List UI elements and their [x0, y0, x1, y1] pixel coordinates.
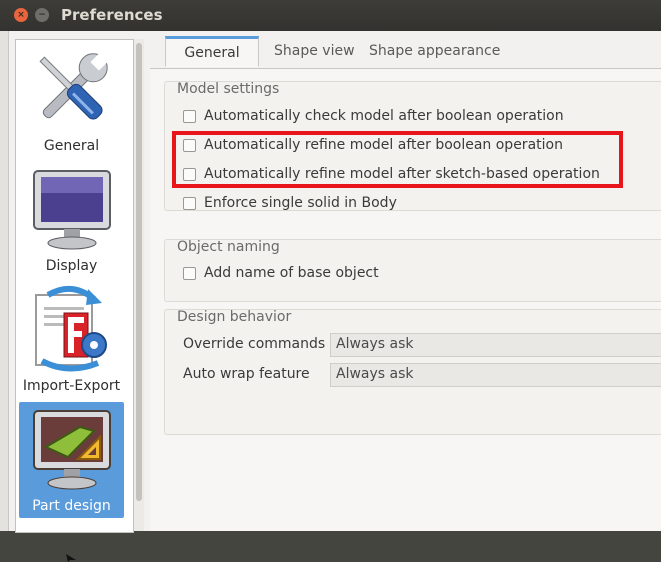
- part-design-icon: [32, 410, 111, 490]
- group-title: Model settings: [177, 81, 280, 97]
- general-tab-content: Model settings Automatically check model…: [150, 69, 661, 531]
- option-label: Add name of base object: [204, 265, 379, 281]
- override-commands-label: Override commands: [183, 336, 326, 352]
- sidebar-item-part-design[interactable]: Part design: [19, 402, 124, 518]
- preferences-sidebar: General Display Import-Export Part desig…: [15, 39, 134, 533]
- checkbox[interactable]: [183, 196, 196, 210]
- sidebar-scrollbar[interactable]: [134, 39, 144, 531]
- sidebar-item-label: Display: [45, 258, 98, 274]
- minimize-window-button[interactable]: −: [35, 8, 49, 22]
- monitor-icon: [32, 170, 111, 250]
- mouse-cursor-icon: [66, 554, 76, 562]
- sidebar-item-label: Import-Export: [22, 378, 121, 394]
- option-label: Enforce single solid in Body: [204, 195, 397, 211]
- minimize-icon: −: [38, 9, 46, 20]
- auto-wrap-select[interactable]: Always ask: [330, 363, 661, 387]
- object-naming-group: Object naming Add name of base object: [164, 239, 661, 302]
- option-label: Automatically check model after boolean …: [204, 108, 564, 124]
- refine-boolean-option[interactable]: Automatically refine model after boolean…: [183, 137, 563, 153]
- tab-shape-view[interactable]: Shape view: [274, 43, 355, 59]
- window-title: Preferences: [61, 6, 163, 24]
- add-base-name-option[interactable]: Add name of base object: [183, 265, 379, 281]
- close-window-button[interactable]: ×: [14, 8, 28, 22]
- tab-bar: General Shape view Shape appearance: [150, 36, 661, 69]
- option-label: Automatically refine model after sketch-…: [204, 166, 600, 182]
- tab-shape-appearance[interactable]: Shape appearance: [369, 43, 500, 59]
- sidebar-item-display[interactable]: Display: [19, 162, 124, 278]
- auto-wrap-label: Auto wrap feature: [183, 366, 310, 382]
- preferences-window: General Display Import-Export Part desig…: [0, 31, 661, 562]
- option-label: Automatically refine model after boolean…: [204, 137, 563, 153]
- sidebar-item-label: General: [43, 138, 100, 154]
- checkbox[interactable]: [183, 138, 196, 152]
- group-title: Object naming: [177, 239, 280, 255]
- wrench-screwdriver-icon: [38, 52, 109, 120]
- group-title: Design behavior: [177, 309, 292, 325]
- single-solid-option[interactable]: Enforce single solid in Body: [183, 195, 397, 211]
- model-settings-group: Model settings Automatically check model…: [164, 81, 661, 211]
- sidebar-scroll-thumb[interactable]: [136, 43, 142, 501]
- checkbox[interactable]: [183, 167, 196, 181]
- sidebar-item-general[interactable]: General: [19, 42, 124, 158]
- import-export-icon: [34, 286, 107, 372]
- checkbox[interactable]: [183, 266, 196, 280]
- sidebar-item-import-export[interactable]: Import-Export: [19, 282, 124, 398]
- title-bar: × − Preferences: [0, 0, 661, 31]
- background-window-edge: [0, 31, 9, 531]
- refine-sketch-option[interactable]: Automatically refine model after sketch-…: [183, 166, 600, 182]
- checkbox[interactable]: [183, 109, 196, 123]
- tab-general[interactable]: General: [165, 36, 259, 67]
- design-behavior-group: Design behavior Override commands Always…: [164, 309, 661, 435]
- override-commands-select[interactable]: Always ask: [330, 333, 661, 357]
- check-model-option[interactable]: Automatically check model after boolean …: [183, 108, 564, 124]
- sidebar-item-label: Part design: [32, 498, 111, 514]
- close-icon: ×: [17, 9, 25, 20]
